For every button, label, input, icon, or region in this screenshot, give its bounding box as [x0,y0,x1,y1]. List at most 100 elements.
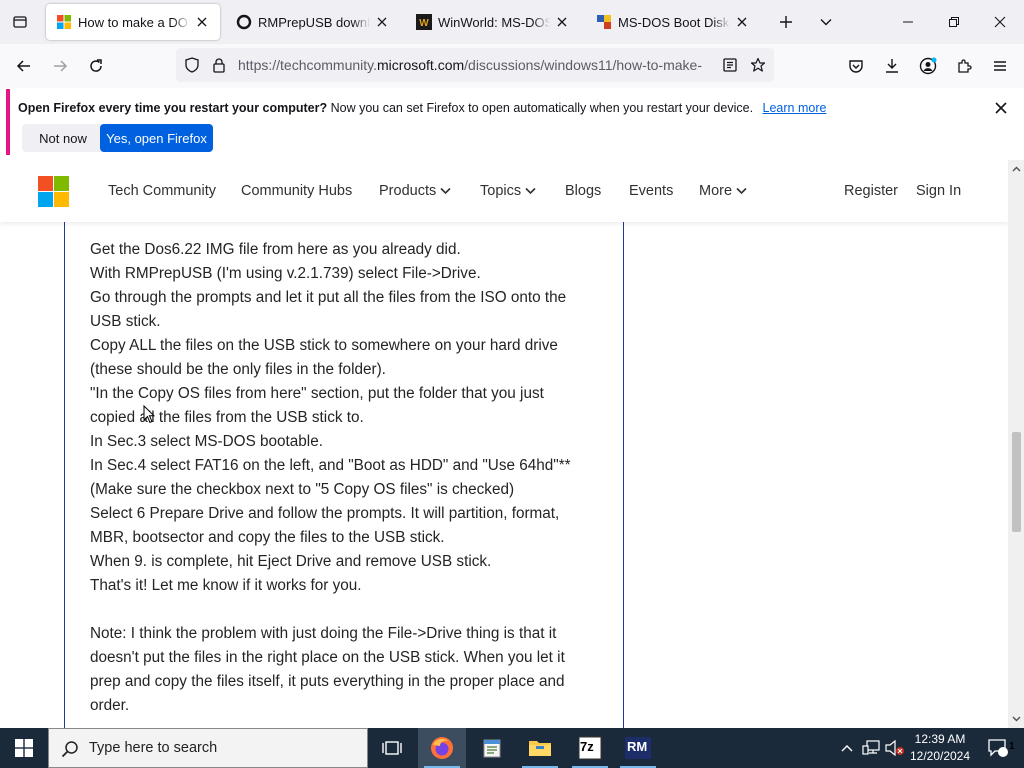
windows-logo-icon [15,739,33,757]
navigation-toolbar: https://techcommunity.microsoft.com/disc… [0,44,1024,88]
not-now-button[interactable]: Not now [22,124,104,152]
chevron-down-icon [525,187,536,195]
volume-tray-icon[interactable] [884,728,906,768]
learn-more-link[interactable]: Learn more [763,101,827,115]
start-button[interactable] [0,728,48,768]
notification-icon [988,739,1008,757]
lock-icon[interactable] [212,57,226,78]
close-tab-icon[interactable] [374,14,390,30]
post-line: prep and copy the files itself, it puts … [90,673,565,690]
nav-label: Tech Community [108,183,216,199]
chevron-down-icon [440,187,451,195]
nav-products[interactable]: Products [379,183,451,199]
rmprep-icon [236,14,252,30]
chevron-down-icon [736,187,747,195]
sign-in-link[interactable]: Sign In [916,183,961,199]
nav-more[interactable]: More [699,183,747,199]
search-placeholder: Type here to search [89,740,218,756]
restore-button[interactable] [938,6,970,38]
action-center-button[interactable]: 1 [978,728,1018,768]
post-line: In Sec.4 select FAT16 on the left, and "… [90,457,571,474]
file-explorer-taskbar-button[interactable] [516,728,564,768]
url-prefix: https://techcommunity. [238,57,378,73]
nav-label: Products [379,183,437,199]
tab-list-button[interactable] [4,6,36,38]
account-button[interactable] [912,50,944,82]
microsoft-icon [56,14,72,30]
web-page: Tech Community Community Hubs Products T… [0,160,1008,728]
task-view-icon [382,741,402,755]
post-line: "In the Copy OS files from here" section… [90,385,544,402]
puzzle-icon [958,59,972,73]
microsoft-logo[interactable] [38,176,69,207]
register-link[interactable]: Register [844,183,898,199]
close-tab-icon[interactable] [194,14,210,30]
menu-button[interactable] [984,50,1016,82]
site-header: Tech Community Community Hubs Products T… [0,160,1008,222]
close-window-button[interactable] [984,6,1016,38]
minimize-icon [903,21,913,23]
list-tabs-button[interactable] [810,6,842,38]
close-tab-icon[interactable] [554,14,570,30]
search-icon [61,741,78,758]
reader-view-icon[interactable] [722,57,738,78]
post-line: With RMPrepUSB (I'm using v.2.1.739) sel… [90,265,481,282]
post-line: (Make sure the checkbox next to "5 Copy … [90,481,515,498]
tab-msdos-boot-disk[interactable]: MS-DOS Boot Disk Download [586,4,760,40]
back-button[interactable] [8,50,40,82]
nav-label: Events [629,183,674,199]
taskbar-clock[interactable]: 12:39 AM 12/20/2024 [906,731,974,765]
post-line: That's it! Let me know if it works for y… [90,577,362,594]
extensions-button[interactable] [948,50,980,82]
firefox-taskbar-button[interactable] [418,728,466,768]
tab-title: MS-DOS Boot Disk Download [618,14,730,30]
winworld-icon: W [416,14,432,30]
scroll-up-arrow-icon[interactable] [1011,164,1021,174]
network-tray-icon[interactable] [860,728,882,768]
rmprepusb-taskbar-button[interactable]: RM [614,728,662,768]
restore-icon [949,17,959,27]
close-notification-button[interactable] [992,99,1010,117]
nav-events[interactable]: Events [629,183,673,199]
nav-community-hubs[interactable]: Community Hubs [241,183,352,199]
back-arrow-icon [16,60,30,72]
address-bar[interactable]: https://techcommunity.microsoft.com/disc… [176,48,774,82]
tracking-protection-icon[interactable] [184,57,200,78]
task-view-button[interactable] [368,728,416,768]
nav-topics[interactable]: Topics [480,183,536,199]
forward-button[interactable] [44,50,76,82]
url-domain: microsoft.com [377,57,465,73]
tab-rmprepusb-download[interactable]: RMPrepUSB download [226,4,400,40]
plus-icon [780,16,792,28]
post-line: Copy ALL the files on the USB stick to s… [90,337,558,354]
scroll-down-arrow-icon[interactable] [1011,714,1021,724]
page-scrollbar[interactable] [1008,160,1024,728]
url-suffix: /discussions/windows11/how-to-make- [464,57,702,73]
downloads-button[interactable] [876,50,908,82]
nav-blogs[interactable]: Blogs [565,183,601,199]
scroll-thumb[interactable] [1012,432,1021,532]
pocket-button[interactable] [840,50,872,82]
notification-count-badge: 1 [1009,741,1015,752]
show-hidden-icons-button[interactable] [838,728,856,768]
close-tab-icon[interactable] [734,14,750,30]
url-text[interactable]: https://techcommunity.microsoft.com/disc… [238,57,708,73]
volume-muted-icon [885,740,904,756]
new-tab-button[interactable] [770,6,802,38]
reload-button[interactable] [80,50,112,82]
tab-how-to-make-dos-boot[interactable]: How to make a DOS boot [46,4,220,40]
taskbar-search-box[interactable]: Type here to search [48,728,368,768]
post-line: order. [90,697,130,714]
7zip-taskbar-button[interactable]: 7z [566,728,614,768]
minimize-button[interactable] [892,6,924,38]
default-browser-notification: Open Firefox every time you restart your… [6,89,1020,155]
hamburger-menu-icon [994,61,1006,71]
chevron-up-icon [841,745,853,752]
tab-winworld-msdos[interactable]: W WinWorld: MS-DOS 6.22 [406,4,580,40]
yes-open-firefox-button[interactable]: Yes, open Firefox [100,124,213,152]
nav-tech-community[interactable]: Tech Community [108,183,216,199]
bookmark-star-icon[interactable] [750,57,766,78]
folder-icon [529,741,551,756]
tab-title: WinWorld: MS-DOS 6.22 [438,14,550,30]
notepad-taskbar-button[interactable] [468,728,516,768]
